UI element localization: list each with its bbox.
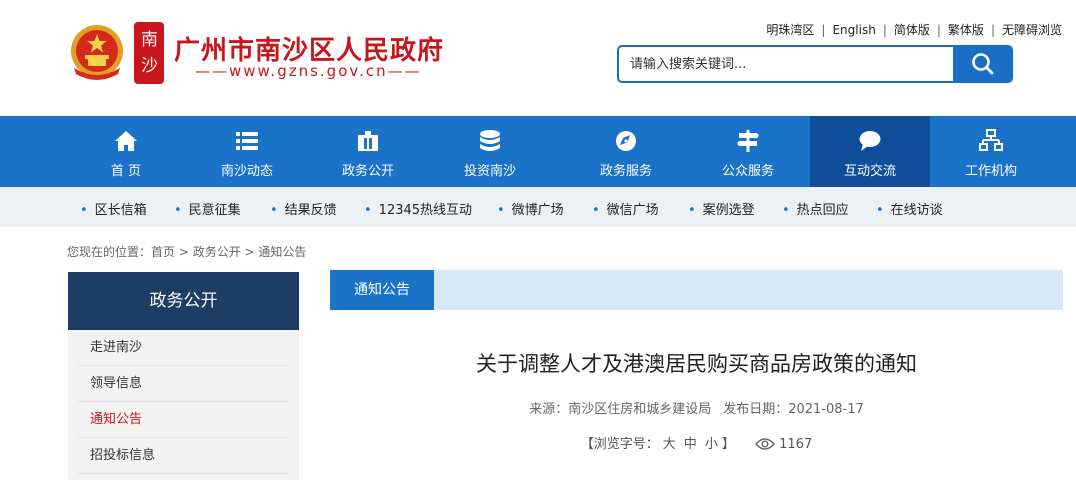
nav-label: 南沙动态 <box>220 164 273 179</box>
search-input[interactable] <box>617 45 953 83</box>
org-chart-icon <box>979 129 1003 151</box>
nav-item-gov-service[interactable]: 政务服务 <box>566 116 686 187</box>
sidebar-item-leaders[interactable]: 领导信息 <box>68 366 299 402</box>
nav-item-agencies[interactable]: 工作机构 <box>931 116 1051 187</box>
sidebar-item-label: 领导信息 <box>90 376 143 391</box>
divider <box>78 473 289 474</box>
nav-label: 工作机构 <box>964 164 1017 179</box>
link-traditional[interactable]: 繁体版 <box>948 23 984 37</box>
sidebar-item-label: 走进南沙 <box>90 340 143 355</box>
nav-item-interaction[interactable]: 互动交流 <box>810 116 930 187</box>
list-icon <box>236 132 258 150</box>
article-source: 来源：南沙区住房和城乡建设局 <box>529 402 712 417</box>
article-title: 关于调整人才及港澳居民购买商品房政策的通知 <box>476 352 917 376</box>
breadcrumb-separator: > <box>175 245 193 259</box>
nav-label: 互动交流 <box>843 164 896 179</box>
nav-item-home[interactable]: 首 页 <box>66 116 186 187</box>
article-meta: 来源：南沙区住房和城乡建设局 发布日期：2021-08-17 <box>330 398 1063 417</box>
link-english[interactable]: English <box>832 23 875 37</box>
link-accessibility[interactable]: 无障碍浏览 <box>1002 23 1062 37</box>
subnav-label: 区长信箱 <box>94 203 147 218</box>
nav-label: 投资南沙 <box>463 164 516 179</box>
subnav-label: 案例选登 <box>702 203 755 218</box>
subnav-item-12345-hotline[interactable]: • 12345热线互动 <box>364 199 472 218</box>
search-icon <box>972 53 994 75</box>
nav-label: 公众服务 <box>721 164 774 179</box>
subnav-label: 12345热线互动 <box>378 203 473 218</box>
article-date: 发布日期：2021-08-17 <box>723 402 864 417</box>
tab-notices[interactable]: 通知公告 <box>330 270 434 310</box>
sidebar-item-label: 通知公告 <box>90 412 143 427</box>
subnav-item-result-feedback[interactable]: • 结果反馈 <box>270 199 337 218</box>
sidebar-item-label: 招投标信息 <box>90 448 156 463</box>
separator: | <box>936 23 941 37</box>
separator: | <box>990 23 995 37</box>
font-size-large[interactable]: 大 <box>663 437 676 452</box>
nav-item-news[interactable]: 南沙动态 <box>187 116 307 187</box>
subnav-label: 民意征集 <box>188 203 241 218</box>
subnav-item-hot-topics[interactable]: • 热点回应 <box>782 199 849 218</box>
subnav-label: 结果反馈 <box>284 203 337 218</box>
nav-label: 政务服务 <box>599 164 652 179</box>
subnav-item-opinion-collection[interactable]: • 民意征集 <box>174 199 241 218</box>
sidebar: 政务公开 走进南沙 领导信息 通知公告 招投标信息 <box>68 272 299 480</box>
view-count: 1167 <box>779 437 813 452</box>
nav-label: 政务公开 <box>341 164 394 179</box>
font-size-controls: 【浏览字号： 大中小】 1167 <box>330 433 1063 452</box>
nansha-seal-logo: 南沙 <box>134 22 164 84</box>
section-tab-bar: 通知公告 <box>330 270 1063 310</box>
search-box <box>617 45 1013 83</box>
subnav-item-cases[interactable]: • 案例选登 <box>688 199 755 218</box>
subnav-item-weibo[interactable]: • 微博广场 <box>497 199 564 218</box>
sidebar-item-tenders[interactable]: 招投标信息 <box>68 438 299 474</box>
eye-icon <box>755 438 775 450</box>
breadcrumb-gov-affairs[interactable]: 政务公开 <box>193 245 241 259</box>
font-size-medium[interactable]: 中 <box>684 437 697 452</box>
site-header: 南沙 广州市南沙区人民政府 ——www.gzns.gov.cn—— 明珠湾区 | E… <box>0 0 1076 116</box>
search-button[interactable] <box>953 45 1013 83</box>
breadcrumb-prefix: 您现在的位置： <box>67 245 152 259</box>
nav-item-public-service[interactable]: 公众服务 <box>688 116 808 187</box>
nav-label: 首 页 <box>110 164 142 179</box>
subnav-label: 在线访谈 <box>890 203 943 218</box>
separator: | <box>882 23 887 37</box>
subnav-label: 微信广场 <box>606 203 659 218</box>
national-emblem-icon <box>71 25 123 80</box>
subnav-item-mayor-mailbox[interactable]: • 区长信箱 <box>80 199 147 218</box>
sidebar-item-about-nansha[interactable]: 走进南沙 <box>68 330 299 366</box>
main-nav: 首 页 南沙动态 政务公开 投资南沙 政务服务 公众服务 互动交流 工作机构 <box>0 116 1076 187</box>
subnav-item-online-interview[interactable]: • 在线访谈 <box>876 199 943 218</box>
link-simplified[interactable]: 简体版 <box>894 23 930 37</box>
separator: | <box>821 23 826 37</box>
top-links: 明珠湾区 | English | 简体版 | 繁体版 | 无障碍浏览 <box>766 21 1062 38</box>
subnav-label: 热点回应 <box>796 203 849 218</box>
font-size-close: 】 <box>721 437 735 452</box>
database-icon <box>480 130 500 151</box>
sidebar-item-notices[interactable]: 通知公告 <box>68 402 299 438</box>
breadcrumb-home[interactable]: 首页 <box>151 245 175 259</box>
signpost-icon <box>737 130 759 152</box>
nav-item-invest[interactable]: 投资南沙 <box>430 116 550 187</box>
compass-icon <box>616 131 636 151</box>
document-icon <box>358 131 378 151</box>
breadcrumb-notices[interactable]: 通知公告 <box>258 245 306 259</box>
breadcrumb-separator: > <box>240 245 259 259</box>
chat-icon <box>859 131 881 151</box>
subnav-item-wechat[interactable]: • 微信广场 <box>592 199 659 218</box>
sub-nav: • 区长信箱 • 民意征集 • 结果反馈 • 12345热线互动 • 微博广场 • 微信广场… <box>0 187 1076 227</box>
article-panel: 通知公告 关于调整人才及港澳居民购买商品房政策的通知 来源：南沙区住房和城乡建设… <box>330 270 1063 480</box>
breadcrumb: 您现在的位置：首页 > 政务公开 > 通知公告 <box>67 243 306 260</box>
nav-item-gov-affairs[interactable]: 政务公开 <box>308 116 428 187</box>
sidebar-list: 走进南沙 领导信息 通知公告 招投标信息 <box>68 330 299 480</box>
font-size-small[interactable]: 小 <box>705 437 718 452</box>
seal-text: 南沙 <box>141 30 158 76</box>
home-icon <box>115 131 137 151</box>
font-size-label: 【浏览字号： <box>580 437 659 452</box>
sidebar-title: 政务公开 <box>68 272 299 330</box>
link-mingzhuwan[interactable]: 明珠湾区 <box>766 23 814 37</box>
site-url: ——www.gzns.gov.cn—— <box>195 62 422 80</box>
subnav-label: 微博广场 <box>511 203 564 218</box>
